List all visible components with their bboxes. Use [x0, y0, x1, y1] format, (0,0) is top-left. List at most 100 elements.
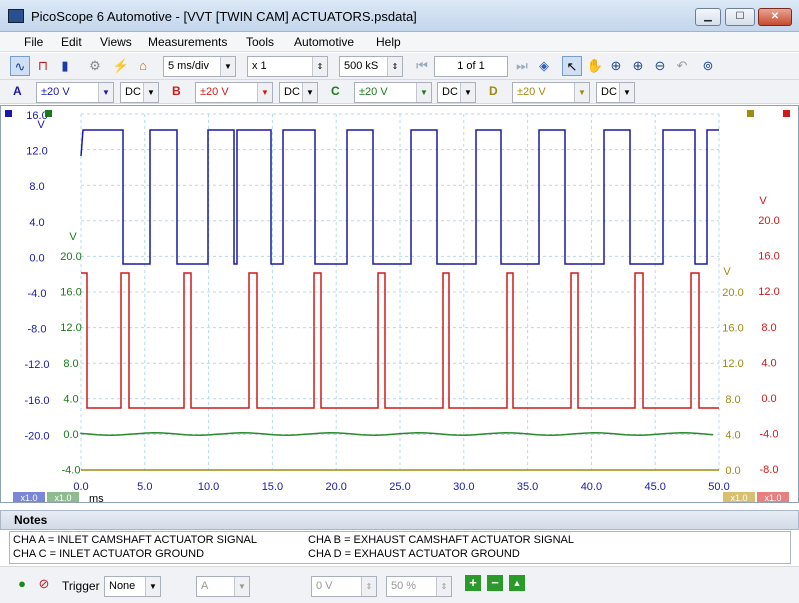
- zoom-value: x 1: [252, 60, 267, 72]
- axis-c-tick: 4.0: [63, 393, 78, 405]
- maximize-button[interactable]: ☐: [725, 8, 755, 26]
- axis-c-tick: 20.0: [60, 251, 81, 263]
- scope-mode-icon[interactable]: ∿: [10, 56, 30, 76]
- scope-plot[interactable]: V 16.0 12.0 8.0 4.0 0.0 -4.0 -8.0 -12.0 -16.0 -20.…: [1, 106, 798, 502]
- notes-header: Notes: [0, 510, 799, 530]
- chevron-down-icon: ▼: [220, 57, 235, 76]
- trigger-level-stepper[interactable]: 0 V ⇕: [311, 576, 377, 597]
- channel-d-label[interactable]: D: [489, 84, 498, 98]
- channel-b-range[interactable]: ±20 V ▼: [195, 82, 273, 103]
- persistence-mode-icon[interactable]: ⊓: [33, 56, 53, 76]
- chevron-down-icon: ▼: [257, 83, 272, 102]
- channel-d-range[interactable]: ±20 V ▼: [512, 82, 590, 103]
- run-icon[interactable]: ●: [12, 574, 32, 594]
- buffer-navigator[interactable]: 1 of 1: [434, 56, 508, 77]
- compass-icon[interactable]: ◈: [534, 56, 554, 76]
- pointer-icon[interactable]: ↖: [562, 56, 582, 76]
- trigger-channel-select[interactable]: A ▼: [196, 576, 250, 597]
- channel-d-marker-icon: [747, 110, 754, 117]
- time-tick: 20.0: [325, 481, 346, 493]
- close-button[interactable]: ✕: [758, 8, 792, 26]
- channel-a-coupling[interactable]: DC ▼: [120, 82, 159, 103]
- up-icon[interactable]: ▲: [509, 575, 525, 591]
- spectrum-mode-icon[interactable]: ▮: [55, 56, 75, 76]
- axis-a-tick: -4.0: [28, 288, 47, 300]
- app-icon: [8, 9, 24, 23]
- axis-a-tick: -16.0: [24, 395, 49, 407]
- menu-file[interactable]: File: [24, 35, 43, 49]
- last-buffer-icon[interactable]: ⏭: [512, 56, 532, 76]
- time-tick: 40.0: [581, 481, 602, 493]
- channel-a-label[interactable]: A: [13, 84, 22, 98]
- zoom-tag: x1.0: [54, 493, 71, 502]
- zoom-stepper[interactable]: x 1 ⇕: [247, 56, 328, 77]
- note-line: CHA D = EXHAUST ACTUATOR GROUND: [308, 548, 520, 560]
- axis-b-tick: 4.0: [761, 357, 776, 369]
- channel-c-label[interactable]: C: [331, 84, 340, 98]
- time-tick: 5.0: [137, 481, 152, 493]
- zoom-fit-icon[interactable]: ⊚: [698, 56, 718, 76]
- channel-a-range[interactable]: ±20 V ▼: [36, 82, 114, 103]
- menu-automotive[interactable]: Automotive: [294, 35, 354, 49]
- timebase-select[interactable]: 5 ms/div ▼: [163, 56, 236, 77]
- axis-a-tick: 16.0: [26, 110, 47, 122]
- note-line: CHA C = INLET ACTUATOR GROUND: [13, 548, 205, 560]
- time-tick: 45.0: [644, 481, 665, 493]
- add-icon[interactable]: +: [465, 575, 481, 591]
- title-bar: PicoScope 6 Automotive - [VVT [TWIN CAM]…: [0, 0, 799, 32]
- axis-c-tick: 12.0: [60, 322, 81, 334]
- channel-a-range-value: ±20 V: [41, 86, 70, 98]
- zoom-area-icon[interactable]: ⊕: [606, 56, 626, 76]
- menu-edit[interactable]: Edit: [61, 35, 82, 49]
- chevron-down-icon: ▼: [619, 83, 634, 102]
- zoom-in-icon[interactable]: ⊕: [628, 56, 648, 76]
- channel-b-label[interactable]: B: [172, 84, 181, 98]
- scope-view[interactable]: V 16.0 12.0 8.0 4.0 0.0 -4.0 -8.0 -12.0 -16.0 -20.…: [0, 105, 799, 503]
- menu-measurements[interactable]: Measurements: [148, 35, 227, 49]
- axis-a-tick: 12.0: [26, 146, 47, 158]
- window-title: PicoScope 6 Automotive - [VVT [TWIN CAM]…: [31, 9, 417, 24]
- menu-tools[interactable]: Tools: [246, 35, 274, 49]
- probe-icon[interactable]: ⚙: [85, 56, 105, 76]
- channel-b-range-value: ±20 V: [200, 86, 229, 98]
- stepper-icon: ⇕: [361, 577, 376, 596]
- axis-b-tick: -4.0: [760, 429, 779, 441]
- first-buffer-icon[interactable]: ⏮: [412, 56, 432, 76]
- time-tick: 50.0: [708, 481, 729, 493]
- notes-title: Notes: [14, 513, 48, 527]
- time-tick: 25.0: [389, 481, 410, 493]
- pretrigger-stepper[interactable]: 50 % ⇕: [386, 576, 452, 597]
- remove-icon[interactable]: −: [487, 575, 503, 591]
- trigger-channel-value: A: [201, 580, 209, 592]
- channel-c-coupling[interactable]: DC ▼: [437, 82, 476, 103]
- chevron-down-icon: ▼: [460, 83, 475, 102]
- channel-b-coupling[interactable]: DC ▼: [279, 82, 318, 103]
- zoom-tag: x1.0: [730, 493, 747, 502]
- zoom-tag: x1.0: [20, 493, 37, 502]
- stop-icon[interactable]: ⊘: [34, 574, 54, 594]
- wizard-icon[interactable]: ⚡: [111, 56, 131, 76]
- samples-stepper[interactable]: 500 kS ⇕: [339, 56, 403, 77]
- notes-body[interactable]: CHA A = INLET CAMSHAFT ACTUATOR SIGNAL C…: [9, 531, 791, 564]
- axis-c-tick: 8.0: [63, 358, 78, 370]
- channel-bar: A ±20 V ▼ DC ▼ B ±20 V ▼ DC ▼ C ±20 V ▼ …: [0, 80, 799, 104]
- axis-a-tick: 8.0: [29, 181, 44, 193]
- minimize-button[interactable]: ▁: [695, 8, 721, 26]
- channel-c-range[interactable]: ±20 V ▼: [354, 82, 432, 103]
- trigger-level-value: 0 V: [316, 580, 333, 592]
- home-icon[interactable]: ⌂: [133, 56, 153, 76]
- trigger-mode-select[interactable]: None ▼: [104, 576, 161, 597]
- zoom-out-icon[interactable]: ⊖: [650, 56, 670, 76]
- chevron-down-icon: ▼: [574, 83, 589, 102]
- hand-icon[interactable]: ✋: [585, 56, 605, 76]
- channel-d-coupling[interactable]: DC ▼: [596, 82, 635, 103]
- undo-zoom-icon[interactable]: ↶: [672, 56, 692, 76]
- time-tick: 30.0: [453, 481, 474, 493]
- menu-help[interactable]: Help: [376, 35, 401, 49]
- main-toolbar: ∿ ⊓ ▮ ⚙ ⚡ ⌂ 5 ms/div ▼ x 1 ⇕ 500 kS ⇕ ⏮ …: [0, 53, 799, 80]
- axis-a-tick: 0.0: [29, 252, 44, 264]
- menu-views[interactable]: Views: [100, 35, 132, 49]
- axis-d-tick: 12.0: [722, 358, 743, 370]
- axis-b-tick: 12.0: [758, 286, 779, 298]
- channel-c-marker-icon: [45, 110, 52, 117]
